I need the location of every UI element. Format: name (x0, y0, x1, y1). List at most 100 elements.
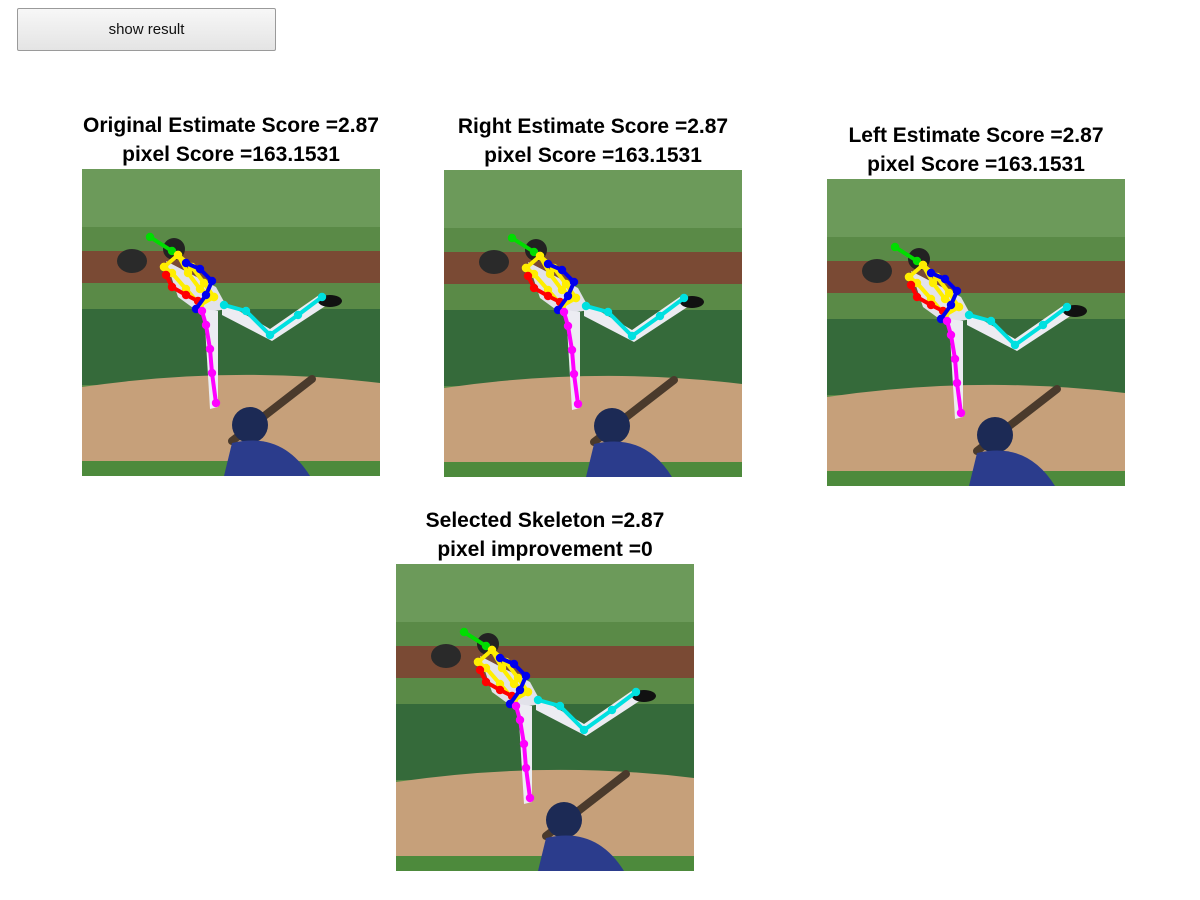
skeleton-joint (167, 282, 177, 292)
skeleton-joint (211, 398, 221, 408)
skeleton-joint (607, 705, 617, 715)
batter-helmet (546, 802, 582, 838)
skeleton-joint (631, 687, 641, 697)
skeleton-joint (579, 725, 589, 735)
skeleton-joint (519, 739, 529, 749)
glove (479, 250, 509, 274)
skeleton-joint (241, 306, 251, 316)
skeleton-joint (529, 283, 539, 293)
infield-grass (444, 310, 742, 386)
skeleton-joint (521, 671, 531, 681)
left-estimate-panel: Left Estimate Score =2.87 pixel Score =1… (811, 121, 1141, 486)
infield-grass (396, 704, 694, 780)
skeleton-joint (946, 300, 956, 310)
skeleton-joint (569, 277, 579, 287)
skeleton-joint (159, 262, 169, 272)
skeleton-joint (473, 657, 483, 667)
skeleton-joint (563, 291, 573, 301)
skeleton-joint (912, 292, 922, 302)
skeleton-joint (495, 653, 505, 663)
skeleton-joint (265, 330, 275, 340)
skeleton-joint (521, 763, 531, 773)
pose-image (827, 179, 1125, 486)
pose-image (444, 170, 742, 477)
skeleton-joint (293, 310, 303, 320)
skeleton-joint (928, 278, 938, 288)
skeleton-joint (557, 265, 567, 275)
skeleton-joint (533, 695, 543, 705)
skeleton-joint (918, 260, 928, 270)
skeleton-joint (679, 293, 689, 303)
skeleton-joint (195, 284, 205, 294)
skeleton-joint (956, 408, 966, 418)
skeleton-joint (145, 232, 155, 242)
skeleton-joint (906, 280, 916, 290)
panel-title: Right Estimate Score =2.87 (457, 115, 729, 138)
skeleton-joint (509, 679, 519, 689)
panel-title: Selected Skeleton =2.87 (425, 509, 665, 532)
skeleton-joint (890, 242, 900, 252)
skeleton-joint (603, 307, 613, 317)
skeleton-joint (183, 268, 193, 278)
skeleton-joint (475, 665, 485, 675)
skeleton-joint (487, 645, 497, 655)
skeleton-joint (207, 368, 217, 378)
skeleton-joint (942, 316, 952, 326)
skeleton-joint (940, 294, 950, 304)
panel-title: Left Estimate Score =2.87 (848, 124, 1104, 147)
skeleton-joint (181, 258, 191, 268)
skeleton-joint (317, 292, 327, 302)
skeleton-joint (952, 378, 962, 388)
outfield-grass-far (396, 564, 694, 622)
skeleton-joint (201, 290, 211, 300)
skeleton-joint (1038, 320, 1048, 330)
batter-helmet (977, 417, 1013, 453)
skeleton-joint (557, 285, 567, 295)
skeleton-joint (495, 685, 505, 695)
skeleton-joint (545, 269, 555, 279)
show-result-button[interactable]: show result (17, 8, 276, 51)
pose-image (82, 169, 380, 476)
skeleton-joint (571, 293, 581, 303)
batter-helmet (232, 407, 268, 443)
skeleton-joint (515, 715, 525, 725)
skeleton-joint (521, 263, 531, 273)
skeleton-joint (523, 687, 533, 697)
skeleton-joint (573, 399, 583, 409)
skeleton-joint (904, 272, 914, 282)
skeleton-joint (543, 259, 553, 269)
skeleton-joint (543, 291, 553, 301)
skeleton-joint (173, 250, 183, 260)
skeleton-joint (523, 271, 533, 281)
skeleton-joint (197, 306, 207, 316)
skeleton-joint (1062, 302, 1072, 312)
skeleton-joint (525, 793, 535, 803)
outfield-grass-far (827, 179, 1125, 237)
skeleton-joint (481, 677, 491, 687)
skeleton-joint (459, 627, 469, 637)
glove (862, 259, 892, 283)
skeleton-joint (940, 274, 950, 284)
infield-grass (82, 309, 380, 385)
panel-subtitle: pixel improvement =0 (437, 538, 653, 561)
figure-window: show result Original Estimate Score =2.8… (0, 0, 1200, 900)
skeleton-joint (655, 311, 665, 321)
skeleton-joint (181, 290, 191, 300)
skeleton-joint (581, 301, 591, 311)
glove (431, 644, 461, 668)
skeleton-joint (195, 264, 205, 274)
skeleton-joint (569, 369, 579, 379)
skeleton-joint (515, 685, 525, 695)
glove (117, 249, 147, 273)
skeleton-joint (627, 331, 637, 341)
panel-subtitle: pixel Score =163.1531 (484, 144, 702, 167)
pose-image (396, 564, 694, 871)
skeleton-joint (954, 302, 964, 312)
skeleton-joint (946, 330, 956, 340)
skeleton-joint (535, 251, 545, 261)
skeleton-joint (201, 320, 211, 330)
skeleton-joint (207, 276, 217, 286)
skeleton-joint (559, 307, 569, 317)
skeleton-joint (986, 316, 996, 326)
skeleton-joint (964, 310, 974, 320)
